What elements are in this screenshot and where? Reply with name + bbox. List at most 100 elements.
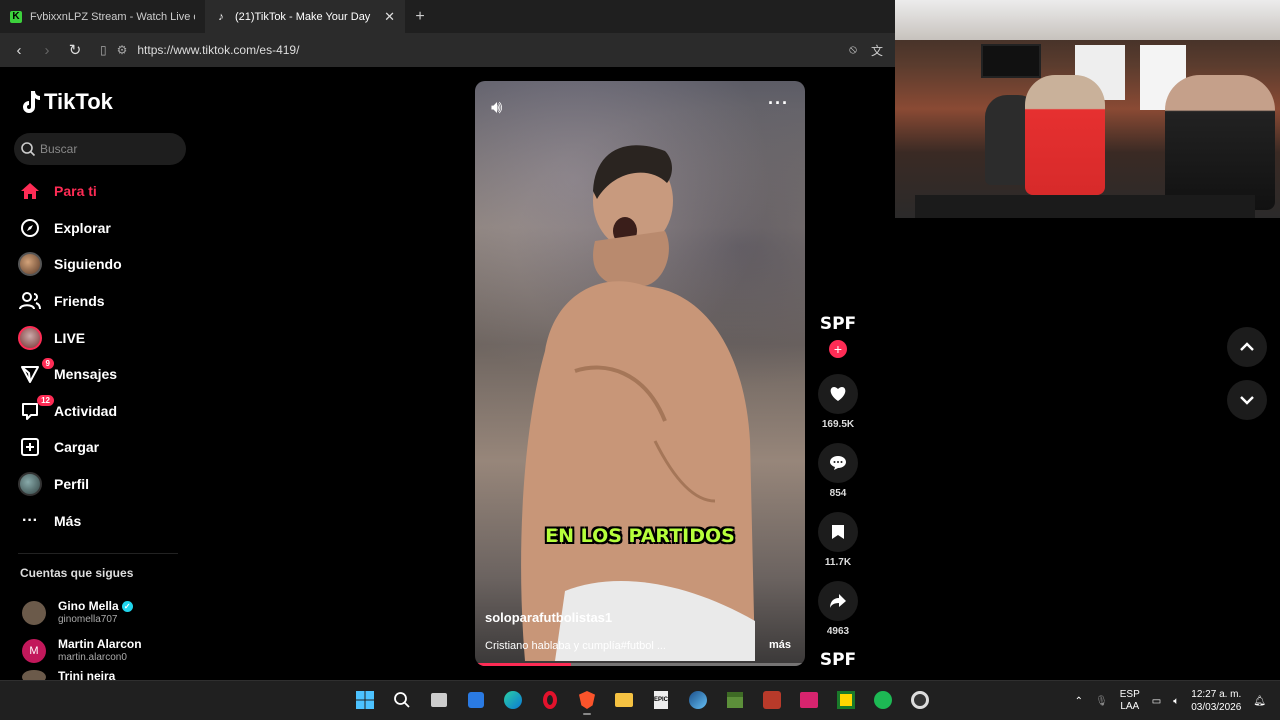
bookmark-icon[interactable]: ▯ — [100, 43, 107, 57]
creator-avatar[interactable]: SPF — [815, 314, 861, 342]
tiktok-logo[interactable]: TikTok — [20, 89, 113, 115]
search-taskbar-button[interactable] — [387, 685, 417, 715]
epic-games-button[interactable]: EPIC — [646, 685, 676, 715]
next-video-button[interactable] — [1227, 380, 1267, 420]
minecraft-icon — [727, 692, 743, 708]
task-view-button[interactable] — [424, 685, 454, 715]
obs-icon — [911, 691, 929, 709]
site-info-icon[interactable]: ⚙ — [117, 43, 128, 57]
webcam-ceiling — [895, 0, 1280, 40]
avatar-icon — [18, 252, 42, 277]
obs-button[interactable] — [905, 685, 935, 715]
nav-label: Más — [54, 512, 82, 529]
video-progress-fill — [475, 663, 571, 666]
video-player[interactable]: 🔊︎ ··· EN LOS PARTIDOS soloparafutbolist… — [475, 81, 805, 666]
tiktok-icon: ♪ — [218, 10, 224, 23]
nav-item-actividad[interactable]: 12 Actividad — [18, 393, 188, 430]
epic-games-icon: EPIC — [654, 691, 668, 709]
microphone-icon[interactable]: 🎙︎ — [1095, 696, 1108, 707]
nav-item-live[interactable]: LIVE — [18, 319, 188, 356]
new-tab-button[interactable]: + — [405, 0, 435, 33]
file-explorer-button[interactable] — [609, 685, 639, 715]
save-button[interactable] — [818, 512, 858, 552]
video-progress-bar[interactable] — [475, 663, 805, 666]
store-button[interactable] — [461, 685, 491, 715]
nav-item-friends[interactable]: Friends — [18, 283, 188, 320]
chevron-down-icon — [1240, 396, 1254, 405]
following-name: Gino Mella ✓ — [58, 600, 133, 613]
search-icon — [394, 692, 410, 708]
close-tab-icon[interactable]: ✕ — [384, 9, 395, 25]
more-options-icon[interactable]: ··· — [768, 93, 789, 114]
avatar: M — [22, 639, 46, 663]
video-author[interactable]: soloparafutbolistas1 — [485, 610, 612, 625]
network-icon[interactable]: ▭ — [1152, 696, 1161, 707]
bookmark-icon — [832, 525, 844, 539]
edge-button[interactable] — [498, 685, 528, 715]
following-name: Martin Alarcon — [58, 637, 142, 651]
search-icon — [21, 142, 36, 157]
video-more-link[interactable]: más — [769, 639, 791, 651]
nav-item-mas[interactable]: ··· Más — [18, 502, 188, 539]
reader-mode-icon[interactable]: ⦸ — [849, 42, 857, 59]
volume-icon[interactable]: 🔈︎ — [1173, 696, 1179, 707]
forward-button[interactable]: › — [36, 39, 58, 61]
nav-item-perfil[interactable]: Perfil — [18, 466, 188, 503]
follow-button[interactable]: + — [829, 340, 847, 358]
nav-item-para-ti[interactable]: Para ti — [18, 173, 188, 210]
following-item-gino-mella[interactable]: Gino Mella ✓ ginomella707 — [22, 594, 192, 632]
search-input[interactable]: Buscar — [14, 133, 186, 165]
comment-count: 854 — [829, 488, 847, 499]
share-button[interactable] — [818, 581, 858, 621]
nav-item-explorar[interactable]: Explorar — [18, 210, 188, 247]
address-bar: ‹ › ↻ ▯ ⚙ https://www.tiktok.com/es-419/… — [0, 33, 895, 67]
notifications-icon[interactable]: 🔔︎ — [1253, 696, 1266, 707]
tray-expand-icon[interactable]: ⌃ — [1075, 696, 1083, 707]
translate-icon[interactable]: 文 — [871, 42, 883, 59]
nav-item-siguiendo[interactable]: Siguiendo — [18, 246, 188, 283]
comment-button[interactable] — [818, 443, 858, 483]
minecraft-button[interactable] — [720, 685, 750, 715]
windows-taskbar: EPIC ⌃ 🎙︎ ESP LAA ▭ 🔈︎ 12:27 a. m. 03/03… — [0, 680, 1280, 720]
game-launcher-button[interactable] — [757, 685, 787, 715]
shop-icon — [837, 691, 855, 709]
url-field[interactable]: ▯ ⚙ https://www.tiktok.com/es-419/ — [92, 43, 843, 57]
reload-button[interactable]: ↻ — [64, 39, 86, 61]
start-button[interactable] — [350, 685, 380, 715]
nav-label: Explorar — [54, 219, 111, 236]
following-list: Gino Mella ✓ ginomella707 M Martin Alarco… — [22, 594, 192, 684]
chevron-up-icon — [1240, 342, 1254, 351]
brave-button[interactable] — [572, 685, 602, 715]
music-disc[interactable]: SPF — [815, 650, 861, 670]
tab-kick[interactable]: K FvbixxnLPZ Stream - Watch Live on K — [0, 0, 205, 33]
like-button[interactable] — [818, 374, 858, 414]
video-caption-overlay: EN LOS PARTIDOS — [545, 525, 735, 547]
nav-label: LIVE — [54, 329, 86, 346]
tab-tiktok[interactable]: ♪ (21)TikTok - Make Your Day ✕ — [205, 0, 405, 33]
nav-label: Para ti — [54, 183, 97, 200]
spotify-button[interactable] — [868, 685, 898, 715]
webcam-table — [915, 195, 1255, 218]
clock-date: 03/03/2026 — [1191, 702, 1242, 713]
sound-icon[interactable]: 🔊︎ — [491, 97, 502, 118]
forza-button[interactable] — [794, 685, 824, 715]
opera-icon — [543, 691, 557, 709]
windows-icon — [356, 691, 374, 709]
following-item-martin-alarcon[interactable]: M Martin Alarcon martin.alarcon0 — [22, 632, 192, 670]
browser-tabstrip: K FvbixxnLPZ Stream - Watch Live on K ♪ … — [0, 0, 895, 33]
nav-item-mensajes[interactable]: 9 Mensajes — [18, 356, 188, 393]
steam-button[interactable] — [683, 685, 713, 715]
following-handle: ginomella707 — [58, 614, 118, 625]
logo-text: TikTok — [44, 89, 113, 114]
opera-button[interactable] — [535, 685, 565, 715]
live-icon — [18, 325, 42, 350]
video-frame-player — [521, 145, 755, 661]
webcam-overlay — [895, 0, 1280, 218]
clock[interactable]: 12:27 a. m. 03/03/2026 — [1191, 688, 1241, 714]
screen: K FvbixxnLPZ Stream - Watch Live on K ♪ … — [0, 0, 1280, 720]
nav-item-cargar[interactable]: Cargar — [18, 429, 188, 466]
shop-button[interactable] — [831, 685, 861, 715]
language-indicator[interactable]: ESP LAA — [1120, 689, 1140, 713]
previous-video-button[interactable] — [1227, 327, 1267, 367]
back-button[interactable]: ‹ — [8, 39, 30, 61]
